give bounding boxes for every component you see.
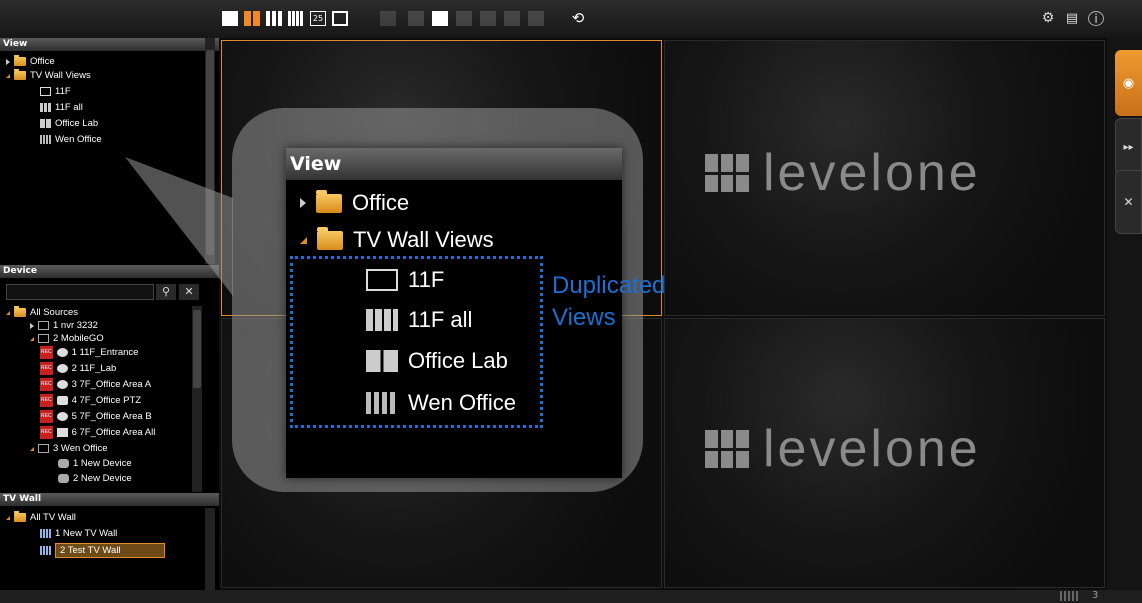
callout-item-office: Office xyxy=(300,188,409,218)
folder-icon xyxy=(316,189,342,213)
callout-item-tv-wall-views: TV Wall Views xyxy=(300,225,494,255)
callout-arrow xyxy=(125,157,233,296)
callout-title: View xyxy=(286,148,622,180)
duplicated-views-annotation: Duplicated Views xyxy=(552,272,666,331)
duplicated-views-highlight xyxy=(290,256,543,428)
folder-icon xyxy=(317,226,343,250)
collapse-icon xyxy=(300,236,307,244)
expand-icon xyxy=(300,198,306,208)
